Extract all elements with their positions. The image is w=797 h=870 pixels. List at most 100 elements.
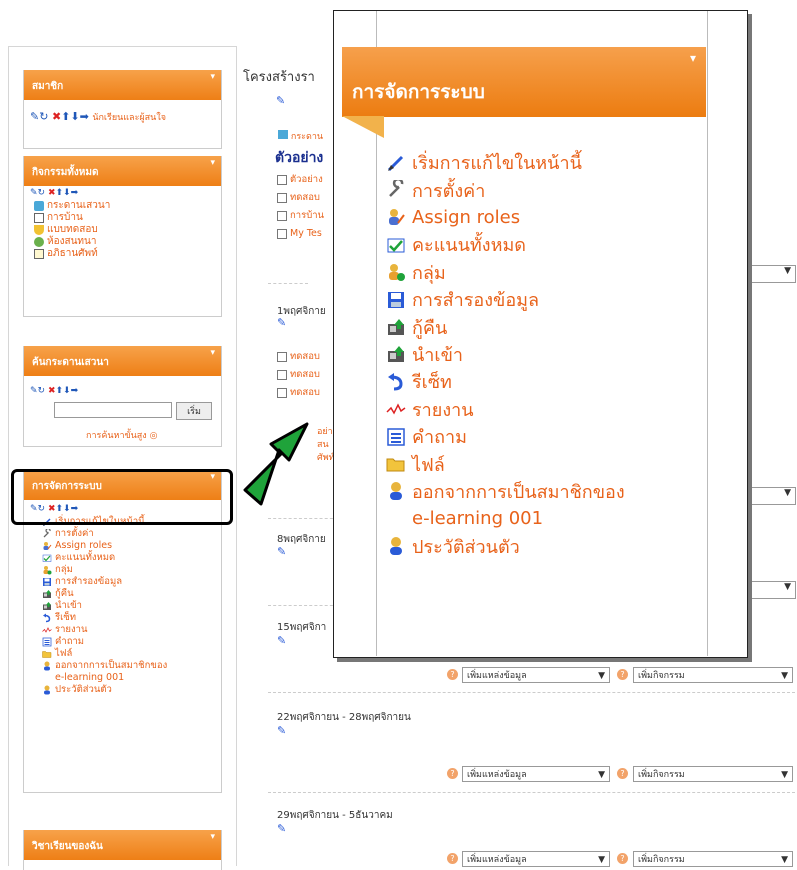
admin-menu-item[interactable]: รายงาน	[386, 396, 625, 423]
admin-mini-item[interactable]: คะแนนทั้งหมด	[42, 552, 167, 564]
admin-menu-label[interactable]: Assign roles	[412, 207, 520, 228]
activity-quiz[interactable]: แบบทดสอบ	[34, 224, 110, 236]
admin-mini-item[interactable]: ไฟล์	[42, 648, 167, 660]
admin-menu-label[interactable]: รายงาน	[412, 395, 474, 424]
report-icon	[386, 399, 406, 419]
admin-mini-item[interactable]: กลุ่ม	[42, 564, 167, 576]
collapse-icon[interactable]: ▾	[210, 336, 215, 370]
admin-mini-item[interactable]: e-learning 001	[42, 672, 167, 684]
admin-menu-item[interactable]: ไฟล์	[386, 450, 625, 477]
members-item[interactable]: ✎↻ ✖⬆⬇➡ นักเรียนและผู้สนใจ	[30, 110, 166, 124]
search-input[interactable]	[54, 402, 172, 418]
admin-menu-label[interactable]: คำถาม	[412, 422, 467, 451]
admin-menu-label[interactable]: รีเซ็ท	[412, 367, 452, 396]
help-icon[interactable]: ?	[617, 853, 628, 864]
collapse-icon[interactable]: ▾	[210, 820, 215, 854]
admin-menu-item[interactable]: การตั้งค่า	[386, 176, 625, 203]
admin-mini-item[interactable]: Assign roles	[42, 540, 167, 552]
week-4-label: 22พฤศจิกายน - 28พฤศจิกายน	[277, 712, 411, 723]
course-item[interactable]: ทดสอบ	[277, 348, 320, 366]
edit-icons[interactable]: ✎↻ ✖⬆⬇➡	[30, 188, 78, 198]
admin-menu-label[interactable]: คะแนนทั้งหมด	[412, 230, 526, 259]
course-item[interactable]: ทดสอบ	[277, 366, 320, 384]
admin-mini-item[interactable]: กู้คืน	[42, 588, 167, 600]
admin-menu-label[interactable]: e-learning 001	[412, 508, 543, 529]
course-item[interactable]: My Tes	[277, 225, 324, 243]
admin-menu-label[interactable]: กลุ่ม	[412, 258, 446, 287]
admin-menu-item[interactable]: ออกจากการเป็นสมาชิกของ	[386, 478, 625, 505]
activity-glossary[interactable]: อภิธานศัพท์	[34, 248, 110, 260]
forum-link[interactable]: กระดาน	[278, 129, 323, 143]
pencil-icon[interactable]: ✎	[277, 822, 286, 835]
help-icon[interactable]: ?	[447, 669, 458, 680]
admin-menu-label[interactable]: การสำรองข้อมูล	[412, 285, 539, 314]
admin-menu-item[interactable]: การสำรองข้อมูล	[386, 286, 625, 313]
select-edge[interactable]: ▼	[745, 487, 796, 505]
edit-icons[interactable]: ✎↻ ✖⬆⬇➡	[30, 110, 89, 123]
pencil-icon[interactable]: ✎	[277, 316, 286, 329]
activities-block-header: ▾ กิจกรรมทั้งหมด	[24, 156, 221, 186]
pencil-icon[interactable]: ✎	[277, 724, 286, 737]
select-edge[interactable]: ▼	[745, 265, 796, 283]
admin-menu-label[interactable]: นำเข้า	[412, 340, 463, 369]
add-resource-select[interactable]: เพิ่มแหล่งข้อมูล ▼	[462, 667, 610, 683]
admin-mini-item[interactable]: รีเซ็ท	[42, 612, 167, 624]
pencil-icon[interactable]: ✎	[276, 94, 285, 107]
admin-menu-label[interactable]: ประวัติส่วนตัว	[412, 532, 520, 561]
admin-menu-item[interactable]: ประวัติส่วนตัว	[386, 532, 625, 559]
add-activity-select[interactable]: เพิ่มกิจกรรม ▼	[633, 766, 793, 782]
course-item[interactable]: ทดสอบ	[277, 189, 324, 207]
admin-menu-label[interactable]: การตั้งค่า	[412, 176, 485, 205]
admin-menu-item[interactable]: เริ่มการแก้ไขในหน้านี้	[386, 149, 625, 176]
admin-mini-item[interactable]: คำถาม	[42, 636, 167, 648]
admin-mini-item[interactable]: ออกจากการเป็นสมาชิกของ	[42, 660, 167, 672]
admin-menu-item[interactable]: รีเซ็ท	[386, 368, 625, 395]
activity-forum[interactable]: กระดานเสวนา	[34, 200, 110, 212]
group-icon	[42, 565, 52, 575]
admin-menu-label[interactable]: เริ่มการแก้ไขในหน้านี้	[412, 148, 582, 177]
user-icon	[42, 685, 52, 695]
select-edge[interactable]: ▼	[745, 581, 796, 599]
help-icon[interactable]: ?	[617, 669, 628, 680]
help-icon[interactable]: ?	[617, 768, 628, 779]
edit-icons[interactable]: ✎↻ ✖⬆⬇➡	[30, 386, 78, 396]
help-icon[interactable]: ?	[447, 853, 458, 864]
admin-mini-item[interactable]: รายงาน	[42, 624, 167, 636]
activity-chat[interactable]: ห้องสนทนา	[34, 236, 110, 248]
admin-mini-item[interactable]: ประวัติส่วนตัว	[42, 684, 167, 696]
collapse-icon[interactable]: ▾	[210, 60, 215, 94]
add-activity-select[interactable]: เพิ่มกิจกรรม ▼	[633, 667, 793, 683]
admin-menu-item[interactable]: e-learning 001	[386, 505, 625, 532]
admin-menu-item[interactable]: กลุ่ม	[386, 259, 625, 286]
advanced-search-link[interactable]: การค้นหาขั้นสูง ◎	[86, 428, 157, 442]
admin-menu-item[interactable]: Assign roles	[386, 204, 625, 231]
admin-menu-label[interactable]: ออกจากการเป็นสมาชิกของ	[412, 477, 625, 506]
search-go-button[interactable]: เริ่ม	[176, 402, 212, 420]
collapse-icon[interactable]: ▾	[690, 51, 696, 65]
admin-menu-label[interactable]: กู้คืน	[412, 313, 447, 342]
admin-mini-item[interactable]: การตั้งค่า	[42, 527, 167, 540]
pencil-icon	[386, 153, 406, 173]
pencil-icon[interactable]: ✎	[277, 634, 286, 647]
add-resource-select[interactable]: เพิ่มแหล่งข้อมูล ▼	[462, 766, 610, 782]
help-icon[interactable]: ?	[447, 768, 458, 779]
pencil-icon[interactable]: ✎	[277, 545, 286, 558]
glossary-icon	[34, 249, 44, 259]
search-forums-block: ▾ ค้นกระดานเสวนา ✎↻ ✖⬆⬇➡ เริ่ม การค้นหาขั…	[23, 346, 222, 447]
admin-menu-item[interactable]: คำถาม	[386, 423, 625, 450]
admin-menu-label[interactable]: ไฟล์	[412, 450, 445, 479]
admin-mini-item[interactable]: การสำรองข้อมูล	[42, 576, 167, 588]
course-item[interactable]: ทดสอบ	[277, 384, 320, 402]
admin-menu-item[interactable]: คะแนนทั้งหมด	[386, 231, 625, 258]
course-item[interactable]: การบ้าน	[277, 207, 324, 225]
my-courses-block: ▾ วิชาเรียนของฉัน	[23, 830, 222, 870]
course-item[interactable]: ตัวอย่าง	[277, 171, 324, 189]
collapse-icon[interactable]: ▾	[210, 146, 215, 180]
admin-menu-item[interactable]: นำเข้า	[386, 341, 625, 368]
admin-menu-item[interactable]: กู้คืน	[386, 313, 625, 340]
admin-mini-item[interactable]: นำเข้า	[42, 600, 167, 612]
resource-icon	[277, 175, 287, 185]
activity-assignment[interactable]: การบ้าน	[34, 212, 110, 224]
questions-icon	[42, 637, 52, 647]
